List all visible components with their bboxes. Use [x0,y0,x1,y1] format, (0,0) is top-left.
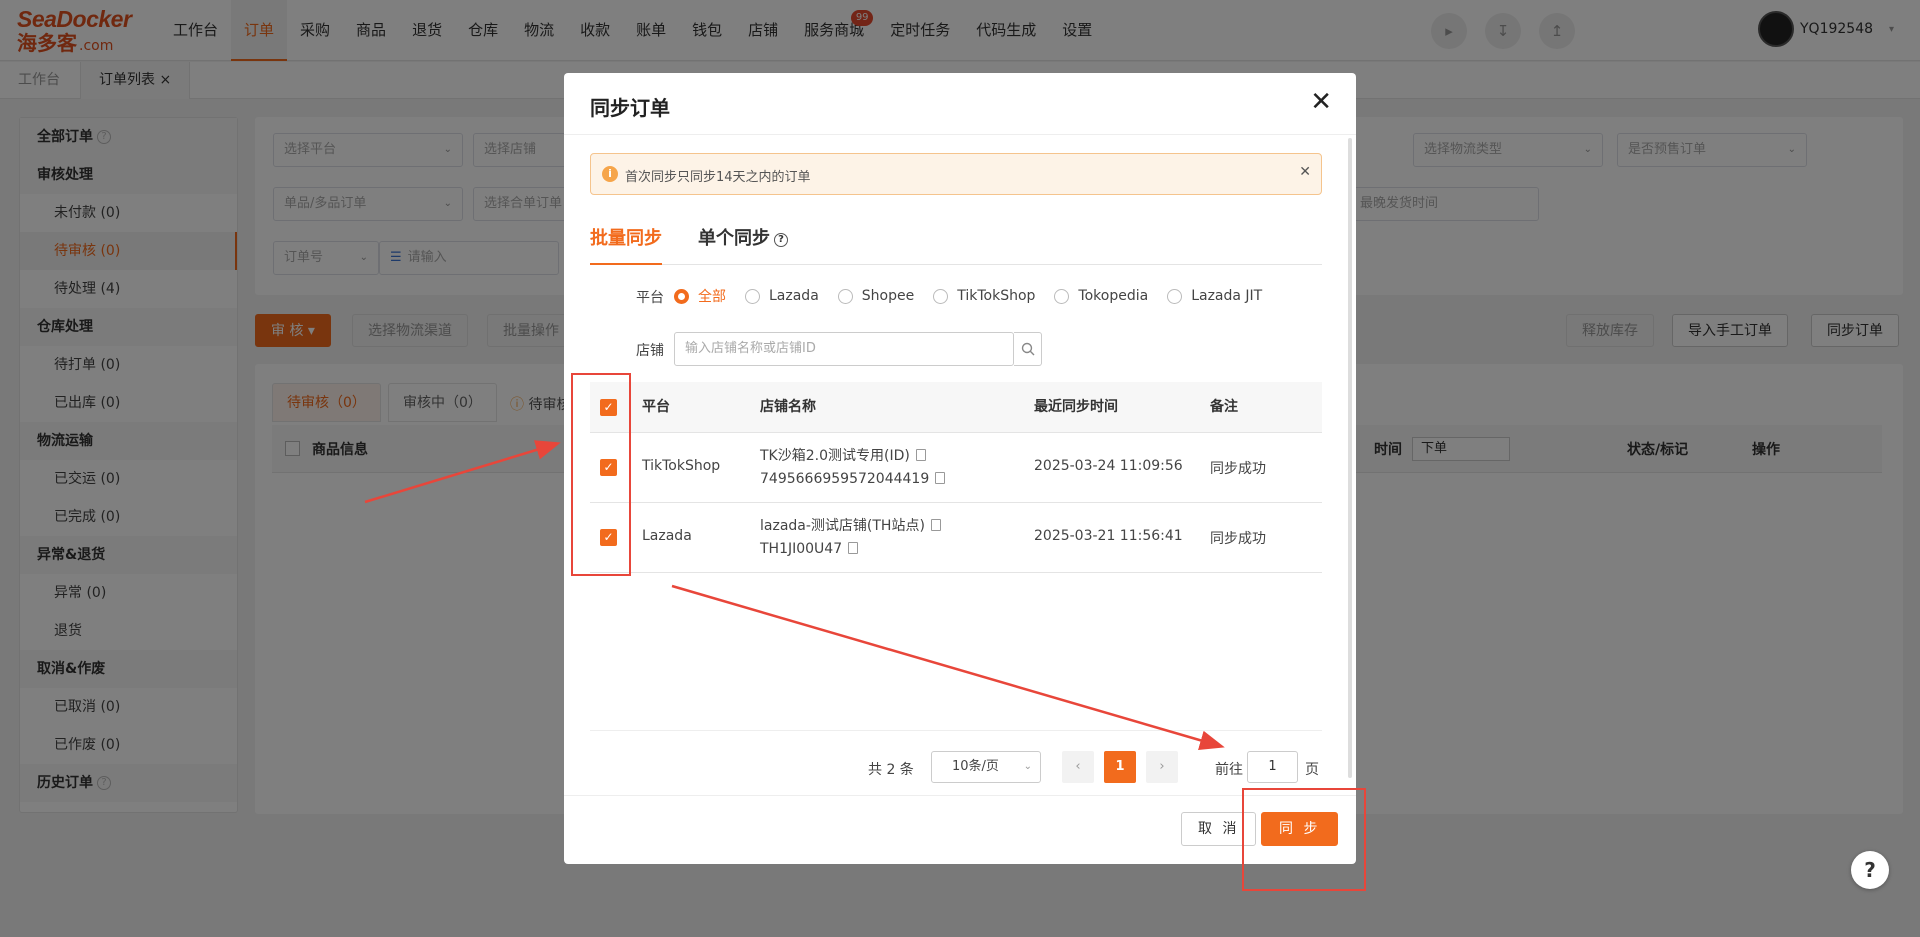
annotation-arrows [364,440,1225,750]
arrow-to-pagination [671,584,1225,750]
arrow-to-checkboxes [364,440,561,504]
